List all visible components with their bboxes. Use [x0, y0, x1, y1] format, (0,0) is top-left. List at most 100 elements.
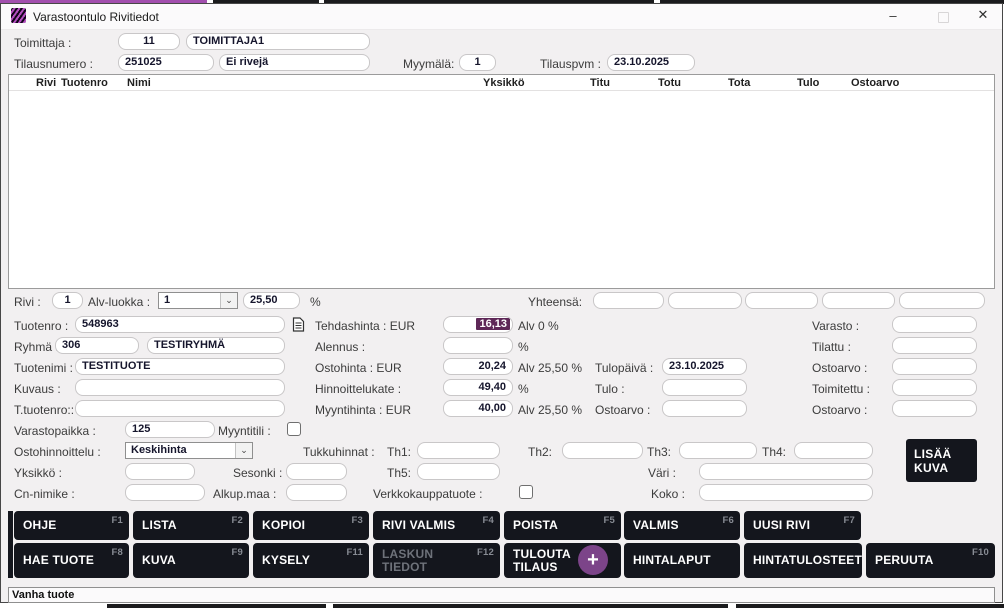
kopioi-button[interactable]: KOPIOI F3 — [253, 511, 369, 540]
myyntitili-checkbox[interactable] — [287, 422, 301, 436]
tulopaiva-field[interactable]: 23.10.2025 — [662, 358, 747, 375]
tilauspvm-field[interactable]: 23.10.2025 — [607, 54, 695, 71]
hinnoittelukate-field[interactable]: 49,40 — [443, 379, 513, 396]
ostoarvo-mid-field[interactable] — [662, 400, 747, 417]
sesonki-field[interactable] — [286, 463, 347, 480]
tilausnumero-status-field[interactable]: Ei rivejä — [219, 54, 370, 71]
sesonki-label: Sesonki : — [233, 466, 282, 480]
close-button[interactable]: ✕ — [968, 6, 998, 24]
myyntihinta-label: Myyntihinta : EUR — [315, 403, 411, 417]
alv-percent-field[interactable]: 25,50 — [243, 292, 300, 309]
hinnoittelukate-unit-label: % — [518, 382, 529, 396]
alv-luokka-value: 1 — [164, 294, 170, 306]
alkup-maa-field[interactable] — [286, 484, 347, 501]
lisaa-kuva-button[interactable]: LISÄÄ KUVA — [906, 439, 977, 482]
th4-field[interactable] — [794, 442, 873, 459]
alv-luokka-label: Alv-luokka : — [88, 295, 150, 309]
hae-tuote-button[interactable]: HAE TUOTE F8 — [14, 543, 129, 578]
kuvaus-field[interactable] — [75, 379, 285, 396]
ohje-button[interactable]: OHJE F1 — [14, 511, 129, 540]
hintatulosteet-button[interactable]: HINTATULOSTEET — [744, 543, 862, 578]
rivi-valmis-button[interactable]: RIVI VALMIS F4 — [373, 511, 500, 540]
yksikko-label: Yksikkö : — [14, 466, 62, 480]
th2-field[interactable] — [562, 442, 643, 459]
koko-field[interactable] — [699, 484, 873, 501]
ryhma-name-field[interactable]: TESTIRYHMÄ — [147, 337, 285, 354]
laskun-tiedot-button[interactable]: LASKUN TIEDOT F12 — [373, 543, 500, 578]
ostohinnoittelu-select[interactable]: Keskihinta ⌄ — [125, 442, 253, 459]
status-text: Vanha tuote — [12, 589, 74, 601]
myymala-field[interactable]: 1 — [459, 54, 496, 71]
background-dark-strip — [333, 604, 728, 608]
button-panel-edge — [8, 511, 13, 578]
kuva-button[interactable]: KUVA F9 — [133, 543, 249, 578]
ryhma-code-field[interactable]: 306 — [55, 337, 139, 354]
minimize-button[interactable]: – — [878, 6, 908, 24]
ostoarvo-mid-label: Ostoarvo : — [595, 403, 650, 417]
varastopaikka-field[interactable]: 125 — [125, 421, 215, 438]
tuotenimi-field[interactable]: TESTITUOTE — [75, 358, 285, 375]
app-icon — [11, 8, 26, 23]
th5-field[interactable] — [417, 463, 500, 480]
th3-field[interactable] — [679, 442, 757, 459]
tulo-field[interactable] — [662, 379, 747, 396]
button-label: TULOUTA TILAUS — [513, 548, 575, 574]
verkkokauppatuote-checkbox[interactable] — [519, 485, 533, 499]
valmis-button[interactable]: VALMIS F6 — [624, 511, 740, 540]
ostohinta-field[interactable]: 20,24 — [443, 358, 513, 375]
toimitettu-field — [892, 379, 977, 396]
yhteensa-total-field — [899, 292, 985, 309]
fkey-label: F9 — [232, 546, 244, 559]
kysely-button[interactable]: KYSELY F11 — [253, 543, 369, 578]
fkey-label: F3 — [352, 514, 364, 527]
yksikko-field[interactable] — [125, 463, 195, 480]
t-tuotenro-field[interactable] — [75, 400, 285, 417]
uusi-rivi-button[interactable]: UUSI RIVI F7 — [744, 511, 861, 540]
tilausnumero-field[interactable]: 251025 — [118, 54, 214, 71]
verkkokauppatuote-label: Verkkokauppatuote : — [373, 487, 482, 501]
order-rows-grid[interactable] — [8, 74, 995, 289]
grid-col-tulo: Tulo — [797, 77, 819, 89]
background-dark-strip — [107, 604, 326, 608]
button-label: HAE TUOTE — [23, 554, 94, 567]
background-dark-strip — [736, 604, 1004, 608]
fkey-label: F10 — [972, 546, 989, 559]
product-card-icon[interactable] — [292, 317, 305, 332]
ostoarvo-right2-label: Ostoarvo : — [812, 403, 867, 417]
tehdashinta-field[interactable]: 16,13 — [443, 316, 513, 333]
toimittaja-name-field[interactable]: TOIMITTAJA1 — [186, 33, 370, 50]
yhteensa-total-field — [745, 292, 818, 309]
chevron-down-icon[interactable]: ⌄ — [220, 293, 237, 308]
fkey-label: F1 — [112, 514, 124, 527]
alv-luokka-select[interactable]: 1 ⌄ — [158, 292, 238, 309]
myyntihinta-alv-label: Alv 25,50 % — [518, 403, 582, 417]
myyntihinta-field[interactable]: 40,00 — [443, 400, 513, 417]
th1-field[interactable] — [417, 442, 500, 459]
button-label: HINTATULOSTEET — [753, 554, 862, 567]
yhteensa-total-field — [822, 292, 895, 309]
maximize-button[interactable] — [938, 12, 949, 23]
plus-icon[interactable]: + — [578, 545, 608, 575]
cn-nimike-field[interactable] — [125, 484, 205, 501]
myymala-label: Myymälä: — [403, 57, 454, 71]
rivi-field[interactable]: 1 — [52, 292, 83, 309]
poista-button[interactable]: POISTA F5 — [504, 511, 621, 540]
peruuta-button[interactable]: PERUUTA F10 — [866, 543, 995, 578]
vari-field[interactable] — [699, 463, 873, 480]
tuotenro-field[interactable]: 548963 — [75, 316, 285, 333]
grid-col-ostoarvo: Ostoarvo — [851, 77, 899, 89]
button-label: HINTALAPUT — [633, 554, 711, 567]
hintalaput-button[interactable]: HINTALAPUT — [624, 543, 740, 578]
fkey-label: F11 — [347, 546, 363, 559]
ostohinta-alv-label: Alv 25,50 % — [518, 361, 582, 375]
lista-button[interactable]: LISTA F2 — [133, 511, 249, 540]
chevron-down-icon[interactable]: ⌄ — [235, 443, 252, 458]
alennus-field[interactable] — [443, 337, 513, 354]
grid-col-yksikko: Yksikkö — [483, 77, 525, 89]
toimittaja-code-field[interactable]: 11 — [118, 33, 180, 50]
koko-label: Koko : — [651, 487, 685, 501]
fkey-label: F7 — [844, 514, 856, 527]
button-label: KYSELY — [262, 554, 310, 567]
fkey-label: F8 — [112, 546, 124, 559]
tehdashinta-label: Tehdashinta : EUR — [315, 319, 415, 333]
